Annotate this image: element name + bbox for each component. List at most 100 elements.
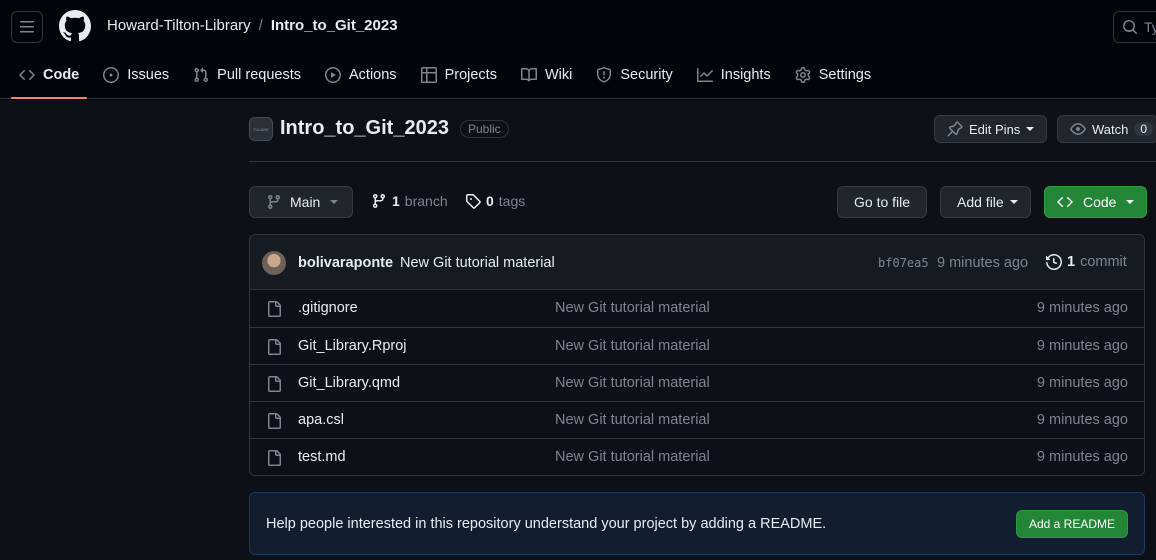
file-icon (266, 301, 282, 317)
tab-actions[interactable]: Actions (317, 58, 405, 92)
tags-link[interactable]: 0 tags (465, 193, 525, 209)
tab-issues[interactable]: Issues (95, 58, 177, 92)
file-name-link[interactable]: .gitignore (298, 300, 358, 316)
file-commit-time: 9 minutes ago (1036, 338, 1128, 354)
tab-label: Code (43, 67, 80, 83)
shield-icon (597, 67, 612, 83)
tab-label: Issues (127, 67, 170, 83)
pin-icon (947, 121, 963, 137)
file-name-link[interactable]: Git_Library.qmd (298, 375, 400, 391)
search-input[interactable]: Ty (1113, 11, 1156, 43)
add-file-label: Add file (957, 194, 1004, 210)
tab-pull-requests[interactable]: Pull requests (185, 58, 309, 92)
file-icon (266, 339, 282, 355)
tab-label: Insights (720, 67, 771, 83)
table-row[interactable]: .gitignore New Git tutorial material 9 m… (250, 290, 1144, 327)
tab-label: Wiki (544, 67, 573, 83)
file-commit-time: 9 minutes ago (1036, 300, 1128, 316)
menu-button[interactable] (11, 11, 43, 43)
tab-wiki[interactable]: Wiki (513, 58, 580, 92)
tab-projects[interactable]: Projects (413, 58, 505, 92)
code-dropdown-button[interactable]: Code (1044, 186, 1148, 218)
branches-link[interactable]: 1 branch (371, 193, 448, 209)
git-branch-icon (372, 194, 385, 209)
repo-nav-tabs: Code Issues Pull requests Actions Projec… (11, 58, 887, 99)
file-commit-message-link[interactable]: New Git tutorial material (555, 375, 710, 391)
repo-title[interactable]: Intro_to_Git_2023 (280, 117, 449, 140)
breadcrumb-owner-link[interactable]: Howard-Tilton-Library (107, 17, 251, 34)
code-button-label: Code (1083, 194, 1117, 210)
go-to-file-button[interactable]: Go to file (837, 186, 928, 218)
file-name-link[interactable]: Git_Library.Rproj (298, 338, 407, 354)
file-commit-message-link[interactable]: New Git tutorial material (555, 449, 710, 465)
tab-insights[interactable]: Insights (689, 58, 779, 92)
table-row[interactable]: apa.csl New Git tutorial material 9 minu… (250, 401, 1144, 438)
eye-icon (1070, 123, 1086, 135)
search-placeholder: Ty (1144, 19, 1156, 35)
file-commit-time: 9 minutes ago (1036, 375, 1128, 391)
top-header: Howard-Tilton-Library / Intro_to_Git_202… (0, 0, 1156, 99)
issue-icon (103, 67, 120, 83)
commit-history-link[interactable]: 1 commit (1046, 254, 1127, 270)
book-icon (520, 67, 537, 82)
branch-name: Main (290, 194, 321, 210)
latest-commit-bar: bolivaraponte New Git tutorial material … (250, 235, 1144, 290)
file-icon (266, 450, 282, 466)
table-row[interactable]: Git_Library.Rproj New Git tutorial mater… (250, 327, 1144, 364)
tab-security[interactable]: Security (588, 58, 680, 92)
commit-message-link[interactable]: New Git tutorial material (400, 255, 555, 271)
repo-owner-avatar[interactable]: TULANE (249, 117, 273, 141)
file-commit-message-link[interactable]: New Git tutorial material (555, 412, 710, 428)
breadcrumb-repo-link[interactable]: Intro_to_Git_2023 (271, 17, 398, 34)
file-list: bolivaraponte New Git tutorial material … (249, 234, 1145, 476)
file-rows: .gitignore New Git tutorial material 9 m… (250, 290, 1144, 475)
file-commit-message-link[interactable]: New Git tutorial material (555, 338, 710, 354)
file-name-link[interactable]: test.md (298, 449, 346, 465)
watch-label: Watch (1092, 121, 1129, 137)
file-name-link[interactable]: apa.csl (298, 412, 344, 428)
github-logo-icon[interactable] (59, 10, 91, 42)
branch-count-label: branch (404, 193, 448, 209)
table-row[interactable]: Git_Library.qmd New Git tutorial materia… (250, 364, 1144, 401)
add-file-button[interactable]: Add file (940, 186, 1031, 218)
add-readme-button[interactable]: Add a README (1015, 510, 1128, 538)
file-icon (266, 376, 282, 392)
pull-request-icon (194, 67, 209, 83)
history-icon (1046, 254, 1062, 270)
git-branch-icon (267, 195, 280, 210)
tab-label: Actions (349, 67, 397, 83)
commit-count: 1 (1067, 254, 1076, 270)
breadcrumb-separator: / (258, 17, 263, 34)
tab-label: Projects (444, 67, 497, 83)
play-icon (325, 67, 341, 83)
edit-pins-button[interactable]: Edit Pins (934, 115, 1048, 143)
breadcrumb: Howard-Tilton-Library / Intro_to_Git_202… (107, 17, 398, 34)
file-commit-time: 9 minutes ago (1036, 449, 1128, 465)
watch-button[interactable]: Watch 0 (1057, 115, 1156, 143)
table-row[interactable]: test.md New Git tutorial material 9 minu… (250, 438, 1144, 475)
watch-count: 0 (1134, 122, 1154, 136)
avatar[interactable] (262, 251, 286, 275)
file-commit-time: 9 minutes ago (1036, 412, 1128, 428)
graph-icon (696, 68, 713, 82)
code-icon (1057, 196, 1073, 208)
commit-author-link[interactable]: bolivaraponte (298, 255, 393, 271)
tab-code[interactable]: Code (11, 58, 88, 99)
commit-sha-link[interactable]: bf07ea5 (878, 256, 929, 270)
commit-count-label: commit (1080, 254, 1127, 270)
edit-pins-label: Edit Pins (969, 121, 1021, 137)
file-commit-message-link[interactable]: New Git tutorial material (555, 300, 710, 316)
chevron-down-icon (330, 200, 339, 204)
tab-label: Security (620, 67, 673, 83)
branch-count: 1 (392, 193, 400, 209)
add-readme-banner: Help people interested in this repositor… (249, 492, 1145, 555)
tag-icon (466, 194, 481, 209)
visibility-badge: Public (460, 120, 509, 138)
table-icon (420, 67, 437, 83)
tag-count-label: tags (498, 193, 526, 209)
branch-select-button[interactable]: Main (249, 186, 354, 218)
code-icon (19, 69, 35, 81)
tab-settings[interactable]: Settings (787, 58, 879, 92)
tab-label: Settings (818, 67, 872, 83)
chevron-down-icon (1009, 200, 1018, 204)
